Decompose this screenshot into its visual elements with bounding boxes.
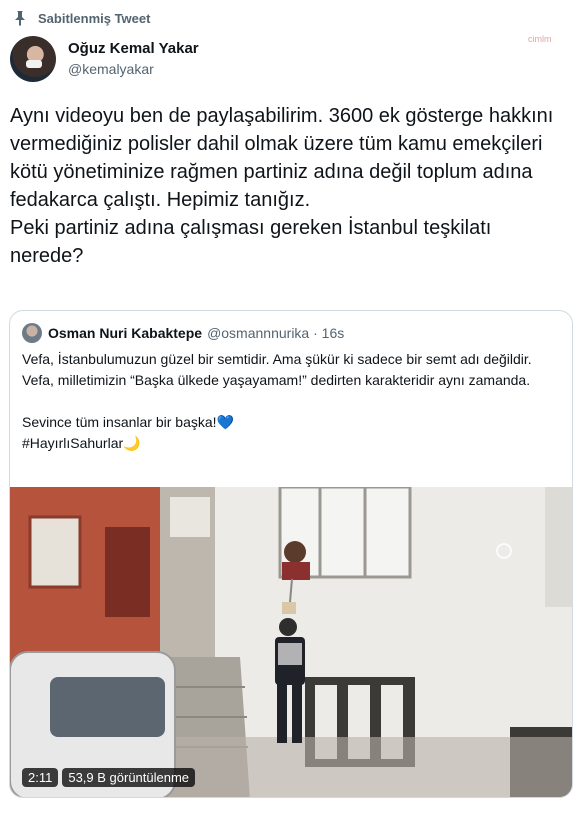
video-frame: [10, 487, 572, 797]
pinned-text: Sabitlenmiş Tweet: [38, 10, 151, 26]
quote-author-meta: @osmannnurika · 16s: [207, 325, 345, 341]
quote-hashtag[interactable]: #HayırlıSahurlar: [22, 435, 123, 451]
quote-line-2: Sevince tüm insanlar bir başka!: [22, 414, 217, 430]
avatar[interactable]: [10, 36, 56, 82]
video-stats: 2:11 53,9 B görüntülenme: [22, 768, 196, 787]
quote-avatar[interactable]: [22, 323, 42, 343]
video-duration: 2:11: [22, 768, 59, 787]
moon-icon: 🌙: [123, 435, 141, 451]
author-display-name[interactable]: Oğuz Kemal Yakar: [68, 40, 199, 57]
pinned-tweet-label: Sabitlenmiş Tweet: [12, 10, 150, 26]
quote-author-name[interactable]: Osman Nuri Kabaktepe: [48, 325, 202, 341]
video-views: 53,9 B görüntülenme: [62, 768, 196, 787]
tweet-author[interactable]: Oğuz Kemal Yakar @kemalyakar: [10, 36, 199, 82]
blue-heart-icon: 💙: [216, 414, 234, 430]
author-handle[interactable]: @kemalyakar: [68, 61, 199, 77]
video-player[interactable]: 2:11 53,9 B görüntülenme: [10, 487, 572, 797]
pin-icon: [15, 11, 25, 26]
watermark: cimlm: [528, 34, 552, 44]
quote-text: Vefa, İstanbulumuzun güzel bir semtidir.…: [22, 349, 562, 454]
quoted-tweet[interactable]: Osman Nuri Kabaktepe @osmannnurika · 16s…: [9, 310, 573, 798]
quote-line-1: Vefa, İstanbulumuzun güzel bir semtidir.…: [22, 351, 532, 388]
tweet-text: Aynı videoyu ben de paylaşabilirim. 3600…: [10, 105, 554, 267]
